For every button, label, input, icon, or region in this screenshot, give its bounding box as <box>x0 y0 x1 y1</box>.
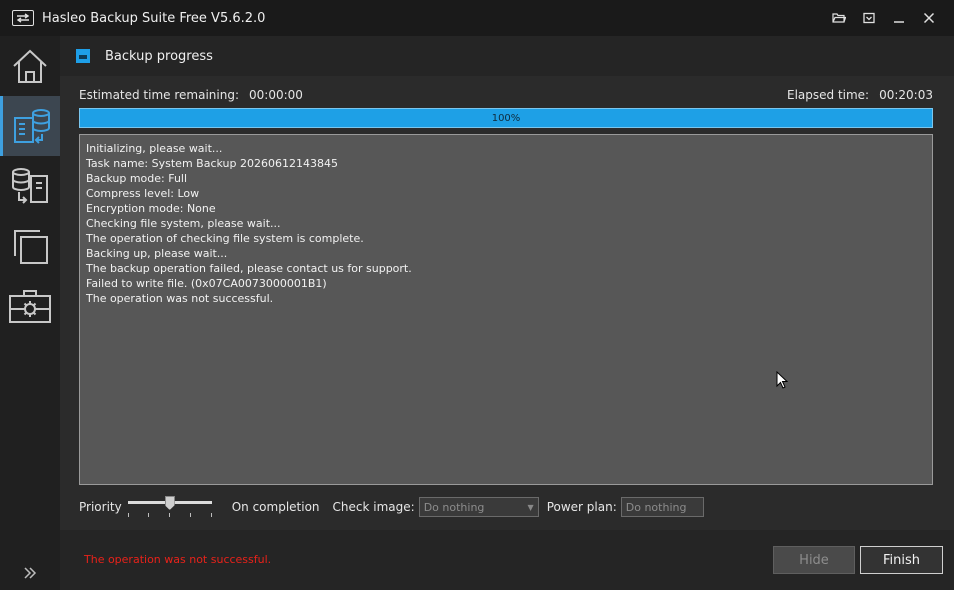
sidebar-item-clone[interactable] <box>0 216 60 276</box>
check-image-label: Check image: <box>332 500 415 514</box>
clone-icon <box>14 230 48 264</box>
check-image-value: Do nothing <box>423 500 485 514</box>
log-line: Checking file system, please wait... <box>86 217 281 230</box>
power-plan-value: Do nothing <box>625 500 687 514</box>
progress-percent: 100% <box>491 112 521 124</box>
panel-header: Backup progress <box>60 36 954 76</box>
remaining-time-value: 00:00:00 <box>249 88 303 102</box>
mouse-cursor-icon <box>776 370 789 392</box>
app-logo-icon <box>12 10 34 26</box>
minimize-icon[interactable] <box>884 0 914 36</box>
maximize-panel-icon[interactable] <box>854 0 884 36</box>
title-bar: Hasleo Backup Suite Free V5.6.2.0 <box>0 0 954 36</box>
time-row: Estimated time remaining: 00:00:00 Elapse… <box>79 88 933 102</box>
restore-icon <box>12 168 48 204</box>
priority-slider[interactable] <box>127 496 212 518</box>
sidebar-item-home[interactable] <box>0 36 60 96</box>
backup-icon <box>13 109 50 144</box>
progress-window-icon <box>76 49 90 63</box>
log-line: The operation was not successful. <box>86 292 274 305</box>
elapsed-time-value: 00:20:03 <box>879 88 933 102</box>
log-line: Task name: System Backup 20260612143845 <box>86 157 338 170</box>
close-icon[interactable] <box>914 0 944 36</box>
finish-button[interactable]: Finish <box>860 546 943 574</box>
open-folder-icon[interactable] <box>824 0 854 36</box>
double-chevron-right-icon[interactable] <box>0 566 60 584</box>
elapsed-time-label: Elapsed time: <box>786 88 870 102</box>
sidebar-item-tools[interactable] <box>0 276 60 336</box>
priority-slider-ticks <box>127 513 212 517</box>
priority-slider-thumb[interactable] <box>164 496 175 510</box>
check-image-select[interactable]: Do nothing ▼ <box>418 497 539 517</box>
power-plan-label: Power plan: <box>546 500 617 514</box>
hide-button[interactable]: Hide <box>773 546 855 574</box>
on-completion-label: On completion <box>231 500 320 514</box>
home-icon <box>13 49 47 83</box>
log-line: Initializing, please wait... <box>86 142 223 155</box>
log-line: Encryption mode: None <box>86 202 216 215</box>
remaining-time: Estimated time remaining: 00:00:00 <box>79 88 303 102</box>
sidebar <box>0 36 60 590</box>
log-line: The backup operation failed, please cont… <box>86 262 412 275</box>
main-panel: Backup progress Estimated time remaining… <box>60 36 954 590</box>
toolbox-icon <box>9 290 51 323</box>
progress-bar: 100% <box>79 108 933 128</box>
log-line: Backup mode: Full <box>86 172 188 185</box>
app-title: Hasleo Backup Suite Free V5.6.2.0 <box>42 10 266 26</box>
sidebar-item-backup[interactable] <box>0 96 60 156</box>
sidebar-item-restore[interactable] <box>0 156 60 216</box>
page-title: Backup progress <box>105 48 213 64</box>
chevron-down-icon: ▼ <box>527 502 534 512</box>
log-line: Backing up, please wait... <box>86 247 228 260</box>
log-line: Failed to write file. (0x07CA0073000001B… <box>86 277 327 290</box>
power-plan-select[interactable]: Do nothing <box>620 497 704 517</box>
remaining-time-label: Estimated time remaining: <box>79 88 239 102</box>
footer: The operation was not successful. Hide F… <box>60 530 954 590</box>
status-message: The operation was not successful. <box>84 553 272 566</box>
log-line: The operation of checking file system is… <box>86 232 364 245</box>
priority-label: Priority <box>79 500 122 514</box>
options-row: Priority On completion Check image: Do n… <box>79 496 704 518</box>
log-line: Compress level: Low <box>86 187 200 200</box>
elapsed-time: Elapsed time: 00:20:03 <box>787 88 933 102</box>
log-output[interactable]: Initializing, please wait... Task name: S… <box>79 134 933 485</box>
